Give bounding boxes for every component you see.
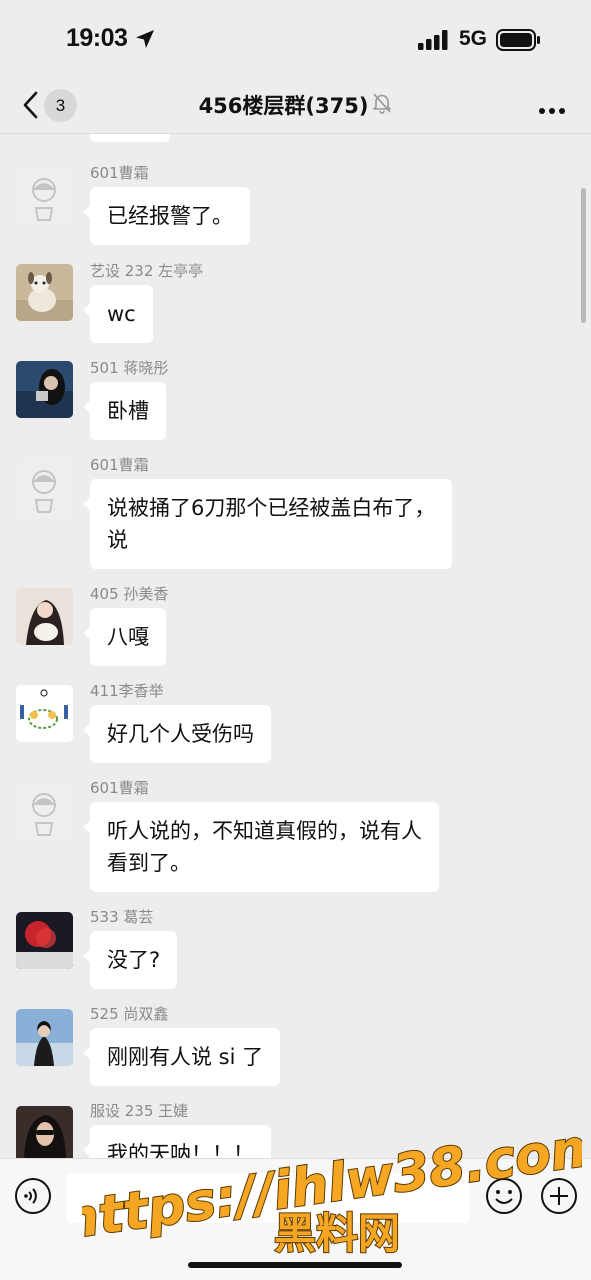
message-bubble[interactable]: wc — [83, 285, 153, 343]
message-text: wc — [107, 302, 136, 326]
message-text: 我的天呐！！！ — [107, 1142, 254, 1158]
sender-name: 艺设 232 左亭亭 — [90, 262, 204, 280]
chat-title: 456楼层群(375) — [198, 94, 369, 118]
location-arrow-icon — [134, 28, 156, 54]
message-input[interactable] — [66, 1173, 470, 1223]
message-bubble[interactable]: 刚刚有人说 si 了 — [82, 1028, 281, 1086]
scrollbar[interactable] — [581, 188, 586, 323]
message-bubble[interactable]: 八嘎 — [83, 608, 166, 666]
sender-name: 601曹霜 — [90, 456, 149, 474]
message-bubble[interactable]: 卧槽 — [83, 382, 166, 440]
voice-input-icon[interactable] — [14, 1177, 52, 1219]
sender-name: 525 尚双鑫 — [90, 1005, 169, 1023]
chat-header: 3 456楼层群(375) — [0, 80, 591, 134]
avatar[interactable] — [16, 460, 73, 517]
add-attachment-icon[interactable] — [540, 1177, 578, 1219]
sender-name: 501 蒋晓彤 — [90, 359, 169, 377]
emoji-icon[interactable] — [485, 1177, 523, 1219]
mute-bell-icon — [372, 92, 392, 119]
message-bubble[interactable]: 好几个人受伤吗 — [83, 705, 271, 763]
sender-name: 服设 235 王婕 — [90, 1102, 189, 1120]
message-text: 刚刚有人说 si 了 — [107, 1045, 264, 1069]
sender-name: 405 孙美香 — [90, 585, 169, 603]
status-bar: 19:03 5G — [0, 0, 591, 80]
avatar[interactable] — [16, 1009, 73, 1066]
sender-name: 601曹霜 — [90, 779, 149, 797]
network-type: 5G — [459, 27, 488, 50]
message-text: 已经报警了。 — [107, 204, 233, 228]
status-time: 19:03 — [66, 24, 128, 52]
more-options-icon[interactable] — [538, 100, 566, 119]
sender-name: 533 葛芸 — [90, 908, 154, 926]
cellular-signal-icon — [418, 30, 450, 54]
battery-icon — [496, 29, 542, 55]
message-text: 说被捅了6刀那个已经被盖白布了， 说 — [107, 496, 436, 552]
sender-name: 411李香举 — [90, 682, 164, 700]
avatar[interactable] — [16, 1106, 73, 1158]
previous-message-bubble — [90, 134, 170, 142]
message-text: 卧槽 — [107, 399, 149, 423]
message-text: 八嘎 — [107, 625, 149, 649]
message-bubble[interactable]: 听人说的，不知道真假的，说有人 看到了。 — [83, 802, 439, 892]
avatar[interactable] — [16, 264, 73, 321]
message-bubble[interactable]: 我的天呐！！！ — [83, 1125, 271, 1158]
avatar[interactable] — [16, 685, 73, 742]
message-text: 好几个人受伤吗 — [107, 722, 254, 746]
avatar[interactable] — [16, 361, 73, 418]
message-bubble[interactable]: 已经报警了。 — [83, 187, 250, 245]
message-text: 没了? — [107, 948, 161, 972]
avatar[interactable] — [16, 912, 73, 969]
message-text: 听人说的，不知道真假的，说有人 看到了。 — [107, 819, 422, 875]
avatar[interactable] — [16, 783, 73, 840]
message-bubble[interactable]: 没了? — [82, 931, 178, 989]
message-bubble[interactable]: 说被捅了6刀那个已经被盖白布了， 说 — [82, 479, 453, 569]
home-indicator[interactable] — [188, 1262, 402, 1268]
avatar[interactable] — [16, 168, 73, 225]
message-list[interactable]: 601曹霜 已经报警了。 艺设 232 左亭亭 wc 501 蒋晓彤 卧槽 60… — [0, 134, 591, 1158]
sender-name: 601曹霜 — [90, 164, 149, 182]
avatar[interactable] — [16, 588, 73, 645]
